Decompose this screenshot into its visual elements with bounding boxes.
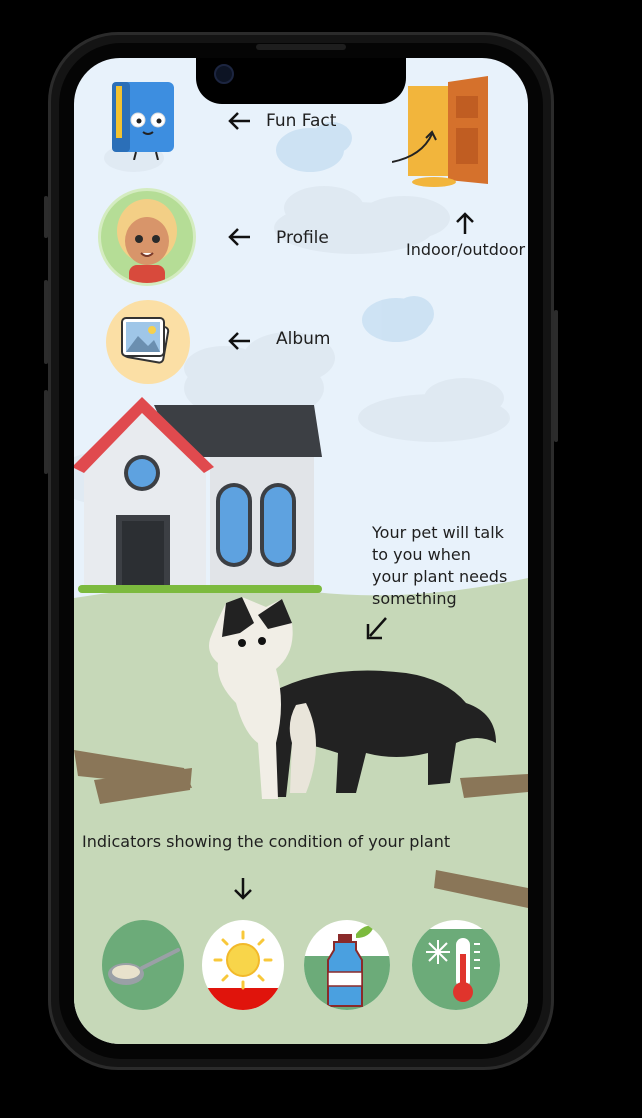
volume-down-button xyxy=(44,390,48,474)
thermometer-icon xyxy=(426,938,480,1002)
arrow-left-icon xyxy=(228,332,250,350)
spoon-food-icon xyxy=(108,948,180,985)
profile-label: Profile xyxy=(276,228,329,248)
water-indicator[interactable] xyxy=(304,920,390,1010)
speaker-grill xyxy=(256,44,346,50)
indoor-outdoor-button[interactable] xyxy=(391,76,504,188)
fun-fact-label: Fun Fact xyxy=(266,111,337,131)
arrow-up-icon xyxy=(456,212,474,234)
volume-up-button xyxy=(44,280,48,364)
pet-talk-line: Your pet will talk xyxy=(372,523,504,542)
profile-avatar-button[interactable] xyxy=(98,188,196,286)
pet-talk-line: your plant needs xyxy=(372,567,508,586)
dog-pet-illustration xyxy=(209,597,496,799)
pet-talk-line: to you when xyxy=(372,545,471,564)
power-button xyxy=(554,310,558,442)
mute-switch xyxy=(44,196,48,238)
arrow-down-icon xyxy=(234,878,252,900)
pet-talk-note: Your pet will talk to you when your plan… xyxy=(372,522,507,610)
photo-album-icon xyxy=(121,317,170,364)
pet-talk-line: something xyxy=(372,589,457,608)
sun-indicator[interactable] xyxy=(202,920,284,1010)
fun-fact-button[interactable] xyxy=(102,76,184,161)
album-label: Album xyxy=(276,329,331,349)
arrow-left-icon xyxy=(228,228,250,246)
arrow-left-icon xyxy=(228,112,250,130)
door-icon xyxy=(391,76,488,187)
food-indicator[interactable] xyxy=(102,920,184,1010)
girl-avatar-icon xyxy=(117,199,177,283)
temperature-indicator[interactable] xyxy=(412,920,500,1010)
house-illustration xyxy=(74,397,322,593)
indoor-outdoor-label: Indoor/outdoor xyxy=(406,240,526,259)
app-screen: Fun Fact Profile Album Indoor/outdoor Yo… xyxy=(74,58,528,1044)
album-button[interactable] xyxy=(106,300,190,384)
arrow-down-left-icon xyxy=(366,617,387,640)
front-camera xyxy=(214,64,234,84)
sun-icon xyxy=(213,930,273,990)
water-bottle-icon xyxy=(327,925,374,1007)
book-mascot-icon xyxy=(112,82,174,161)
indicators-label: Indicators showing the condition of your… xyxy=(82,832,451,851)
